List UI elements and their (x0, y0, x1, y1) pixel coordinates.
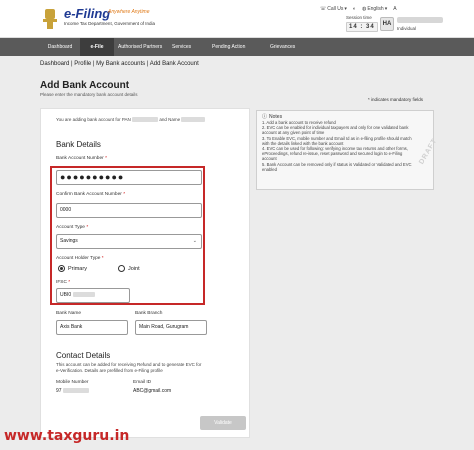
logo-tagline: Anywhere Anytime (108, 9, 150, 15)
page-subtitle: Please enter the mandatory bank account … (40, 92, 138, 97)
main-nav: Dashboard e-File Authorised Partners Ser… (0, 38, 474, 56)
info-icon: ⓘ (262, 114, 268, 120)
account-type-select[interactable]: Savings ⌄ (56, 234, 202, 249)
note-item: 5. Bank Account can be removed only if s… (262, 161, 412, 172)
mandatory-note: * indicates mandatory fields (368, 97, 424, 102)
bank-branch-label: Bank Branch (135, 311, 163, 316)
account-number-input[interactable]: ●●●●●●●●●● (56, 170, 202, 185)
name-redacted (181, 117, 206, 123)
ifsc-input[interactable]: UBI0 (56, 288, 130, 303)
note-item: 3. To Enable EVC, mobile number and Emai… (262, 135, 412, 146)
validate-button[interactable]: Validate (200, 416, 246, 430)
ifsc-redacted (72, 292, 95, 298)
avatar[interactable]: HA (380, 17, 394, 31)
email-value: ABC@gmail.com (133, 388, 172, 394)
bank-name-input: Axis Bank (56, 320, 128, 335)
radio-selected-icon (58, 265, 65, 272)
mobile-label: Mobile Number (56, 380, 89, 385)
user-type: Individual (397, 26, 417, 31)
email-label: Email ID (133, 380, 152, 385)
pan-redacted (132, 117, 159, 123)
radio-unselected-icon (118, 265, 125, 272)
national-emblem-icon (43, 9, 57, 29)
language-selector[interactable]: ◍ English ▾ (362, 6, 387, 12)
contact-details-title: Contact Details (56, 351, 111, 360)
top-header: e-Filing Anywhere Anytime Income Tax Dep… (0, 0, 474, 38)
bank-name-label: Bank Name (56, 311, 82, 316)
pan-note: You are adding bank account for PAN and … (56, 117, 206, 123)
note-item: 2. EVC can be enabled for individual tax… (262, 125, 409, 136)
nav-dashboard[interactable]: Dashboard (40, 38, 80, 56)
globe-icon: ◍ (361, 6, 367, 12)
nav-pending-action[interactable]: Pending Action (212, 38, 262, 56)
note-item: 4. EVC can be used for following: verify… (262, 146, 408, 162)
breadcrumb[interactable]: Dashboard | Profile | My Bank accounts |… (40, 61, 199, 67)
holder-joint-radio[interactable]: Joint (118, 265, 140, 272)
bank-details-title: Bank Details (56, 140, 101, 149)
holder-type-label: Account Holder Type * (56, 256, 104, 261)
mobile-value: 97 (56, 388, 89, 394)
nav-authorised-partners[interactable]: Authorised Partners (118, 38, 168, 56)
account-number-label: Bank Account Number * (56, 156, 107, 161)
chevron-down-icon: ⌄ (192, 238, 197, 244)
call-us-link[interactable]: ☏ Call Us ▾ (320, 6, 347, 12)
ifsc-label: IFSC * (56, 280, 71, 285)
confirm-account-input[interactable]: 0000 (56, 203, 202, 218)
account-type-label: Account Type * (56, 225, 89, 230)
nav-grievances[interactable]: Grievances (270, 38, 310, 56)
confirm-account-label: Confirm Bank Account Number * (56, 192, 126, 197)
session-time-label: Session time (346, 15, 372, 20)
mobile-redacted (62, 388, 89, 394)
site-watermark: www.taxguru.in (4, 428, 130, 444)
accessibility-icon[interactable]: ◐ (353, 6, 356, 12)
page-title: Add Bank Account (40, 80, 130, 91)
holder-primary-radio[interactable]: Primary (58, 265, 87, 272)
notes-list: 1. Add a bank account to receive refund … (262, 120, 412, 172)
contact-note: This account can be added for receiving … (56, 362, 202, 373)
nav-efile[interactable]: e-File (80, 38, 114, 56)
nav-services[interactable]: Services (172, 38, 206, 56)
notes-header: ⓘ Notes (262, 113, 283, 121)
session-timer: 14 : 34 (346, 22, 378, 32)
font-size-icon[interactable]: A (393, 6, 396, 12)
bank-branch-input: Main Road, Gurugram (135, 320, 207, 335)
top-links: ☏ Call Us ▾ ◐ ◍ English ▾ A (320, 6, 397, 12)
logo-subtitle: Income Tax Department, Government of Ind… (64, 21, 155, 26)
phone-icon: ☏ (320, 6, 327, 12)
logo-title[interactable]: e-Filing (64, 6, 110, 21)
user-name-redacted (397, 17, 443, 23)
